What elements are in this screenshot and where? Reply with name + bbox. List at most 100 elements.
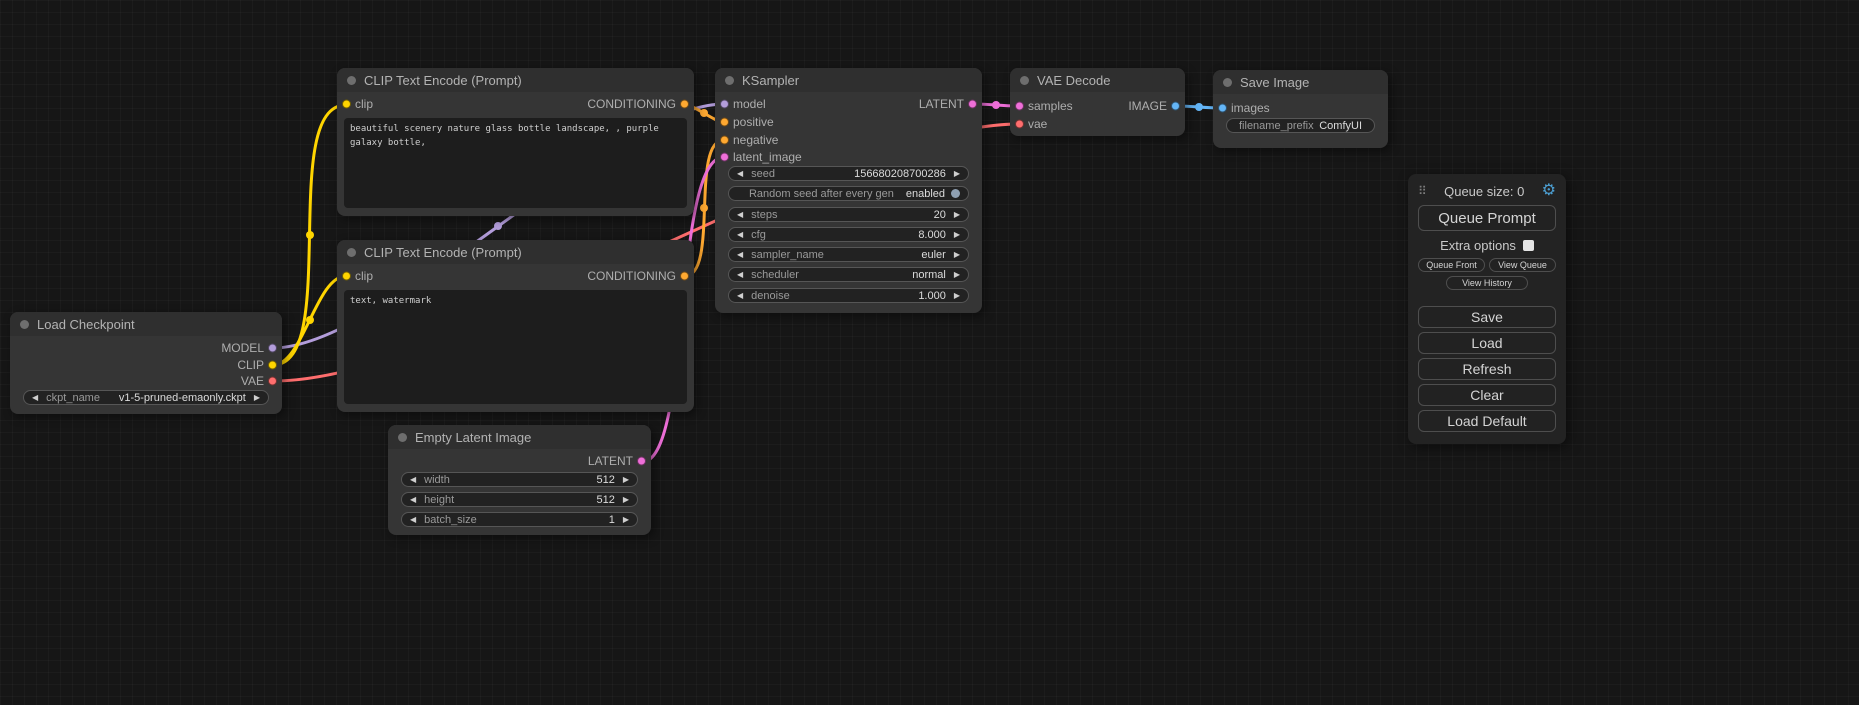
steps-widget[interactable]: ◀ steps 20 ▶ xyxy=(728,207,969,222)
save-button[interactable]: Save xyxy=(1418,306,1556,328)
random-seed-toggle-widget[interactable]: Random seed after every gen enabled xyxy=(728,186,969,201)
node-empty-latent-image[interactable]: Empty Latent Image LATENT ◀ width 512 ▶ … xyxy=(388,425,651,535)
latent-output-port[interactable] xyxy=(637,457,646,466)
decrement-arrow-icon[interactable]: ◀ xyxy=(410,516,416,524)
increment-arrow-icon[interactable]: ▶ xyxy=(954,211,960,219)
clear-button[interactable]: Clear xyxy=(1418,384,1556,406)
positive-input-port[interactable] xyxy=(720,118,729,127)
width-widget[interactable]: ◀ width 512 ▶ xyxy=(401,472,638,487)
model-input-port[interactable] xyxy=(720,100,729,109)
node-save-image[interactable]: Save Image images filename_prefix ComfyU… xyxy=(1213,70,1388,148)
height-widget[interactable]: ◀ height 512 ▶ xyxy=(401,492,638,507)
node-clip-text-encode-positive[interactable]: CLIP Text Encode (Prompt) clip CONDITION… xyxy=(337,68,694,216)
positive-prompt-textarea[interactable]: beautiful scenery nature glass bottle la… xyxy=(344,118,687,208)
increment-arrow-icon[interactable]: ▶ xyxy=(254,394,260,402)
filename-prefix-widget[interactable]: filename_prefix ComfyUI xyxy=(1226,118,1375,133)
node-vae-decode[interactable]: VAE Decode samples IMAGE vae xyxy=(1010,68,1185,136)
node-title-bar[interactable]: CLIP Text Encode (Prompt) xyxy=(337,240,694,264)
clip-input-port[interactable] xyxy=(342,272,351,281)
latent-output-port[interactable] xyxy=(968,100,977,109)
slot-label: latent_image xyxy=(733,150,802,164)
seed-widget[interactable]: ◀ seed 156680208700286 ▶ xyxy=(728,166,969,181)
extra-options-checkbox[interactable] xyxy=(1523,240,1534,251)
widget-name: sampler_name xyxy=(751,249,824,261)
node-load-checkpoint[interactable]: Load Checkpoint MODEL CLIP VAE ◀ ckpt_na… xyxy=(10,312,282,414)
negative-prompt-textarea[interactable]: text, watermark xyxy=(344,290,687,404)
increment-arrow-icon[interactable]: ▶ xyxy=(954,251,960,259)
scheduler-widget[interactable]: ◀ scheduler normal ▶ xyxy=(728,267,969,282)
decrement-arrow-icon[interactable]: ◀ xyxy=(737,251,743,259)
collapse-dot-icon[interactable] xyxy=(20,320,29,329)
decrement-arrow-icon[interactable]: ◀ xyxy=(410,476,416,484)
decrement-arrow-icon[interactable]: ◀ xyxy=(32,394,38,402)
decrement-arrow-icon[interactable]: ◀ xyxy=(410,496,416,504)
node-title-bar[interactable]: KSampler xyxy=(715,68,982,92)
samples-input-port[interactable] xyxy=(1015,102,1024,111)
increment-arrow-icon[interactable]: ▶ xyxy=(954,292,960,300)
latent-image-input-port[interactable] xyxy=(720,153,729,162)
widget-name: denoise xyxy=(751,290,790,302)
graph-canvas[interactable]: Load Checkpoint MODEL CLIP VAE ◀ ckpt_na… xyxy=(0,0,1859,705)
decrement-arrow-icon[interactable]: ◀ xyxy=(737,271,743,279)
input-slot-positive: positive xyxy=(715,114,982,130)
vae-input-port[interactable] xyxy=(1015,120,1024,129)
increment-arrow-icon[interactable]: ▶ xyxy=(954,170,960,178)
node-title-bar[interactable]: Load Checkpoint xyxy=(10,312,282,336)
conditioning-output-port[interactable] xyxy=(680,100,689,109)
collapse-dot-icon[interactable] xyxy=(347,248,356,257)
widget-value: 20 xyxy=(777,209,945,221)
slot-label: images xyxy=(1231,101,1270,115)
node-title-bar[interactable]: CLIP Text Encode (Prompt) xyxy=(337,68,694,92)
slot-label: LATENT xyxy=(919,97,964,111)
collapse-dot-icon[interactable] xyxy=(398,433,407,442)
clip-input-port[interactable] xyxy=(342,100,351,109)
node-title-bar[interactable]: Empty Latent Image xyxy=(388,425,651,449)
batch-size-widget[interactable]: ◀ batch_size 1 ▶ xyxy=(401,512,638,527)
increment-arrow-icon[interactable]: ▶ xyxy=(954,231,960,239)
negative-input-port[interactable] xyxy=(720,136,729,145)
slot-label: CONDITIONING xyxy=(587,269,676,283)
refresh-button[interactable]: Refresh xyxy=(1418,358,1556,380)
node-clip-text-encode-negative[interactable]: CLIP Text Encode (Prompt) clip CONDITION… xyxy=(337,240,694,412)
denoise-widget[interactable]: ◀ denoise 1.000 ▶ xyxy=(728,288,969,303)
cfg-widget[interactable]: ◀ cfg 8.000 ▶ xyxy=(728,227,969,242)
images-input-port[interactable] xyxy=(1218,104,1227,113)
node-title-bar[interactable]: Save Image xyxy=(1213,70,1388,94)
collapse-dot-icon[interactable] xyxy=(1020,76,1029,85)
vae-output-port[interactable] xyxy=(268,377,277,386)
view-queue-button[interactable]: View Queue xyxy=(1489,258,1556,272)
image-output-port[interactable] xyxy=(1171,102,1180,111)
load-button[interactable]: Load xyxy=(1418,332,1556,354)
collapse-dot-icon[interactable] xyxy=(725,76,734,85)
increment-arrow-icon[interactable]: ▶ xyxy=(623,476,629,484)
node-title: Empty Latent Image xyxy=(415,430,531,445)
collapse-dot-icon[interactable] xyxy=(1223,78,1232,87)
sampler-name-widget[interactable]: ◀ sampler_name euler ▶ xyxy=(728,247,969,262)
increment-arrow-icon[interactable]: ▶ xyxy=(623,496,629,504)
decrement-arrow-icon[interactable]: ◀ xyxy=(737,292,743,300)
drag-handle-icon[interactable]: ⠿ xyxy=(1418,184,1427,198)
toggle-on-icon[interactable] xyxy=(951,189,960,198)
widget-value: 1.000 xyxy=(790,290,946,302)
slot-row: clip CONDITIONING xyxy=(337,268,694,284)
slot-label: VAE xyxy=(241,374,264,388)
model-output-port[interactable] xyxy=(268,344,277,353)
decrement-arrow-icon[interactable]: ◀ xyxy=(737,231,743,239)
node-title-bar[interactable]: VAE Decode xyxy=(1010,68,1185,92)
collapse-dot-icon[interactable] xyxy=(347,76,356,85)
queue-prompt-button[interactable]: Queue Prompt xyxy=(1418,205,1556,231)
conditioning-output-port[interactable] xyxy=(680,272,689,281)
queue-size-label: Queue size: 0 xyxy=(1427,184,1542,199)
widget-value: normal xyxy=(799,269,946,281)
decrement-arrow-icon[interactable]: ◀ xyxy=(737,211,743,219)
clip-output-port[interactable] xyxy=(268,361,277,370)
ckpt-name-widget[interactable]: ◀ ckpt_name v1-5-pruned-emaonly.ckpt ▶ xyxy=(23,390,269,405)
view-history-button[interactable]: View History xyxy=(1446,276,1528,290)
increment-arrow-icon[interactable]: ▶ xyxy=(954,271,960,279)
increment-arrow-icon[interactable]: ▶ xyxy=(623,516,629,524)
decrement-arrow-icon[interactable]: ◀ xyxy=(737,170,743,178)
settings-gear-icon[interactable]: ⚙ xyxy=(1542,183,1556,199)
queue-front-button[interactable]: Queue Front xyxy=(1418,258,1485,272)
node-ksampler[interactable]: KSampler model LATENT positive negative … xyxy=(715,68,982,313)
load-default-button[interactable]: Load Default xyxy=(1418,410,1556,432)
